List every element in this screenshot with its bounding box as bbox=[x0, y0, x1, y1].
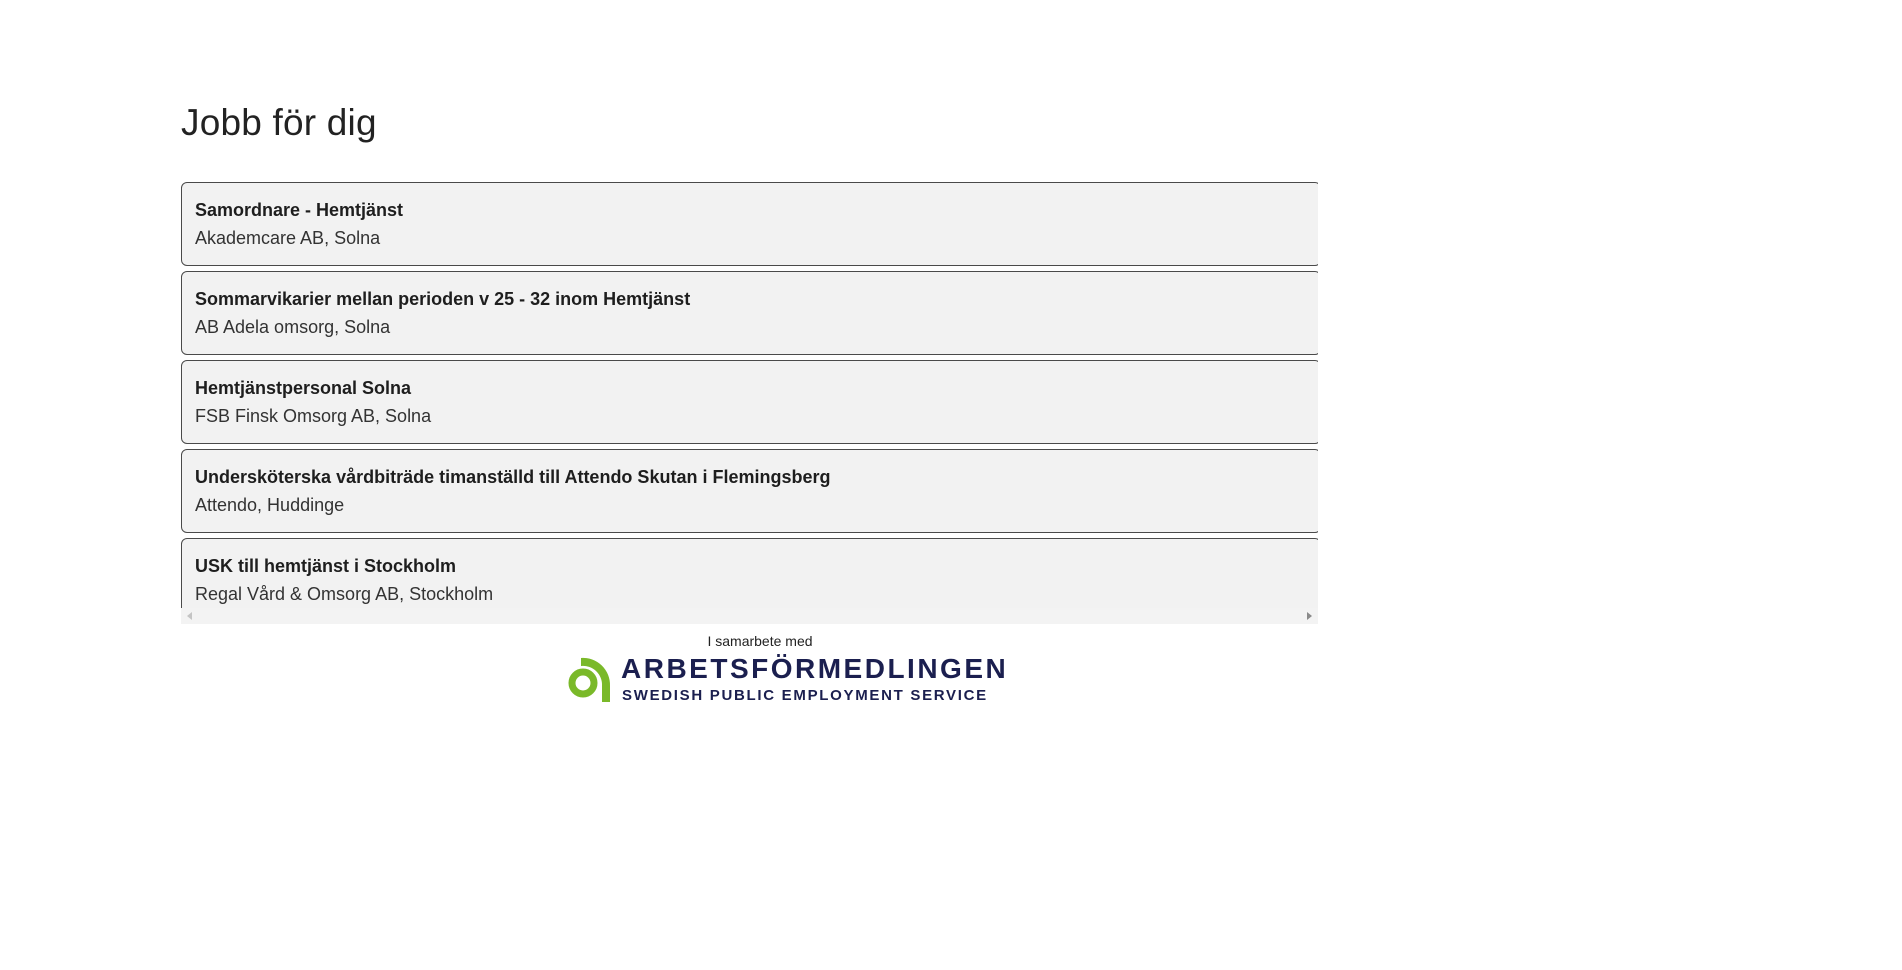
job-card[interactable]: Sommarvikarier mellan perioden v 25 - 32… bbox=[181, 271, 1318, 355]
partner-caption: I samarbete med bbox=[707, 633, 813, 649]
section-title: Jobb för dig bbox=[181, 102, 377, 143]
job-widget-page: Jobb för dig Samordnare - Hemtjänst Akad… bbox=[0, 0, 1902, 970]
job-company: AB Adela omsorg, Solna bbox=[195, 317, 391, 337]
logo-tagline: SWEDISH PUBLIC EMPLOYMENT SERVICE bbox=[622, 687, 988, 704]
scroll-right-arrow-icon[interactable] bbox=[1307, 612, 1312, 620]
job-title: USK till hemtjänst i Stockholm bbox=[195, 556, 457, 576]
job-card[interactable]: Samordnare - Hemtjänst Akademcare AB, So… bbox=[181, 182, 1318, 266]
job-company: Attendo, Huddinge bbox=[195, 495, 345, 515]
job-company: FSB Finsk Omsorg AB, Solna bbox=[195, 406, 432, 426]
job-company: Regal Vård & Omsorg AB, Stockholm bbox=[195, 584, 494, 604]
horizontal-scrollbar[interactable] bbox=[181, 608, 1318, 624]
logo-name: ARBETSFÖRMEDLINGEN bbox=[621, 653, 1009, 684]
job-list-scroll-area[interactable]: Samordnare - Hemtjänst Akademcare AB, So… bbox=[181, 182, 1318, 624]
arbetsformedlingen-logo[interactable]: ARBETSFÖRMEDLINGEN SWEDISH PUBLIC EMPLOY… bbox=[563, 650, 1006, 708]
arbetsformedlingen-logo-icon bbox=[568, 657, 611, 702]
job-company: Akademcare AB, Solna bbox=[195, 228, 381, 248]
scroll-left-arrow-icon[interactable] bbox=[187, 612, 192, 620]
job-title: Hemtjänstpersonal Solna bbox=[195, 378, 412, 398]
job-title: Samordnare - Hemtjänst bbox=[195, 200, 404, 220]
job-title: Undersköterska vårdbiträde timanställd t… bbox=[195, 467, 831, 487]
job-title: Sommarvikarier mellan perioden v 25 - 32… bbox=[195, 289, 691, 309]
job-list: Samordnare - Hemtjänst Akademcare AB, So… bbox=[181, 182, 1318, 624]
job-card[interactable]: Hemtjänstpersonal Solna FSB Finsk Omsorg… bbox=[181, 360, 1318, 444]
job-card[interactable]: Undersköterska vårdbiträde timanställd t… bbox=[181, 449, 1318, 533]
